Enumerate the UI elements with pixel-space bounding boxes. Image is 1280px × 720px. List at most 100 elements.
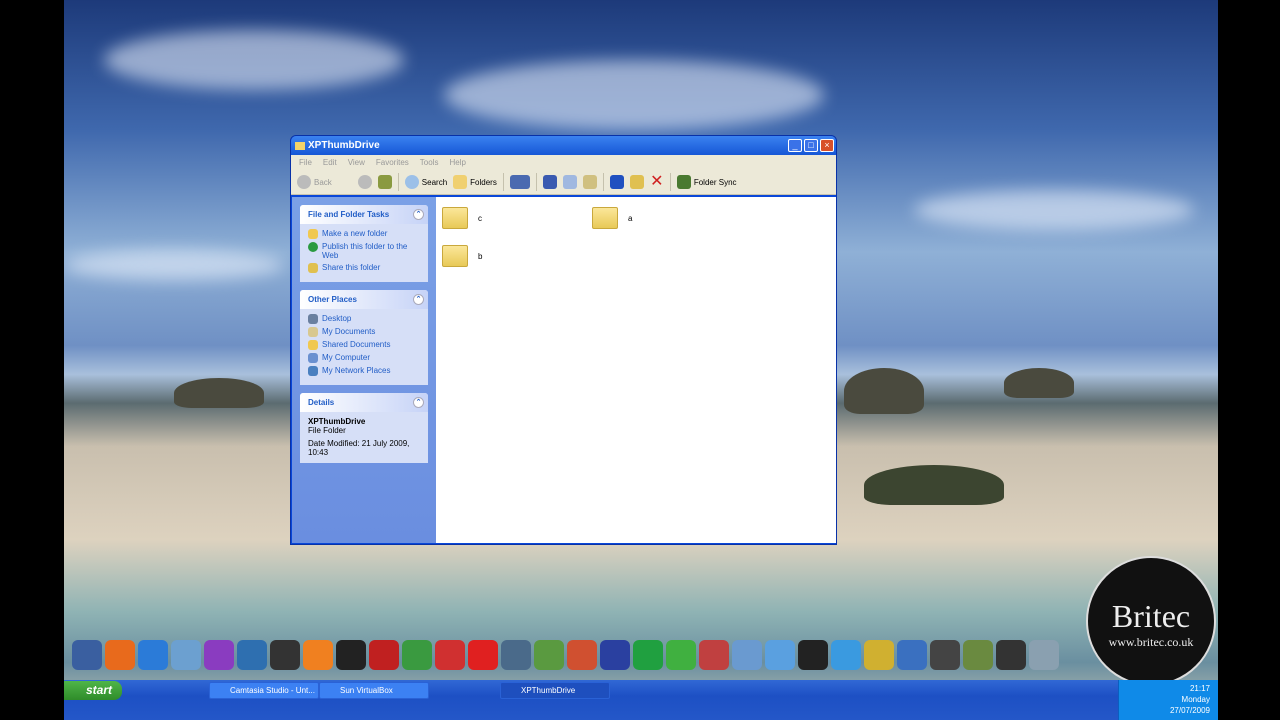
dock-icon[interactable] bbox=[72, 640, 102, 670]
menu-view[interactable]: View bbox=[348, 158, 365, 167]
folder-name: c bbox=[478, 213, 482, 223]
panel-header[interactable]: Details ⌃ bbox=[300, 393, 428, 412]
panel-header[interactable]: Other Places ⌃ bbox=[300, 290, 428, 309]
collapse-icon[interactable]: ⌃ bbox=[413, 209, 424, 220]
cut-icon[interactable] bbox=[542, 175, 557, 189]
search-label: Search bbox=[421, 177, 448, 187]
brand-url: www.britec.co.uk bbox=[1108, 635, 1194, 649]
dock-icon[interactable] bbox=[831, 640, 861, 670]
dock-icon[interactable] bbox=[336, 640, 366, 670]
window-title: XPThumbDrive bbox=[308, 140, 380, 151]
maximize-button[interactable]: □ bbox=[804, 139, 818, 152]
rock bbox=[1004, 368, 1074, 398]
delete-icon[interactable]: ✕ bbox=[650, 174, 664, 190]
undo-icon[interactable] bbox=[609, 175, 624, 189]
place-shared-documents[interactable]: Shared Documents bbox=[308, 340, 420, 350]
back-arrow-icon bbox=[297, 175, 311, 189]
dock-icon[interactable] bbox=[666, 640, 696, 670]
paste-icon[interactable] bbox=[582, 175, 597, 189]
dock-icon[interactable] bbox=[534, 640, 564, 670]
task-pane: File and Folder Tasks ⌃ Make a new folder… bbox=[292, 197, 436, 543]
link-label: Shared Documents bbox=[322, 340, 391, 349]
dock-icon[interactable] bbox=[501, 640, 531, 670]
dock-icon[interactable] bbox=[402, 640, 432, 670]
dock-icon[interactable] bbox=[864, 640, 894, 670]
dock-icon[interactable] bbox=[237, 640, 267, 670]
share-folder-icon bbox=[308, 263, 318, 273]
task-camtasia[interactable]: Camtasia Studio - Unt... bbox=[209, 682, 319, 699]
place-desktop[interactable]: Desktop bbox=[308, 314, 420, 324]
dock-icon[interactable] bbox=[897, 640, 927, 670]
task-virtualbox[interactable]: Sun VirtualBox bbox=[319, 682, 429, 699]
collapse-icon[interactable]: ⌃ bbox=[413, 294, 424, 305]
publish-folder-link[interactable]: Publish this folder to the Web bbox=[308, 242, 420, 260]
back-button[interactable]: Back bbox=[297, 175, 332, 189]
dock-icon[interactable] bbox=[600, 640, 630, 670]
move-to-icon[interactable] bbox=[629, 175, 644, 189]
dock-icon[interactable] bbox=[270, 640, 300, 670]
dock-icon[interactable] bbox=[930, 640, 960, 670]
panel-title: Other Places bbox=[308, 295, 357, 304]
task-xpthumbdrive[interactable]: XPThumbDrive bbox=[500, 682, 610, 699]
firefox-icon[interactable] bbox=[105, 640, 135, 670]
dock-icon[interactable] bbox=[1029, 640, 1059, 670]
menu-help[interactable]: Help bbox=[449, 158, 465, 167]
menu-file[interactable]: File bbox=[299, 158, 312, 167]
dock-icon[interactable] bbox=[369, 640, 399, 670]
views-button[interactable] bbox=[509, 175, 530, 189]
place-my-computer[interactable]: My Computer bbox=[308, 353, 420, 363]
detail-name: XPThumbDrive bbox=[308, 417, 366, 426]
toolbar: Back Search Folders ✕ Folder Sync bbox=[291, 170, 836, 195]
minimize-button[interactable]: _ bbox=[788, 139, 802, 152]
dock-icon[interactable] bbox=[567, 640, 597, 670]
folders-label: Folders bbox=[470, 177, 497, 187]
folders-button[interactable]: Folders bbox=[453, 175, 497, 189]
menu-edit[interactable]: Edit bbox=[323, 158, 337, 167]
link-label: My Network Places bbox=[322, 366, 391, 375]
cloud bbox=[104, 30, 404, 90]
share-folder-link[interactable]: Share this folder bbox=[308, 263, 420, 273]
folder-item[interactable]: b bbox=[442, 245, 482, 267]
cloud bbox=[444, 60, 824, 130]
place-my-documents[interactable]: My Documents bbox=[308, 327, 420, 337]
dock-icon[interactable] bbox=[963, 640, 993, 670]
dock-icon[interactable] bbox=[633, 640, 663, 670]
folder-sync-button[interactable]: Folder Sync bbox=[676, 175, 737, 189]
menu-bar: File Edit View Favorites Tools Help bbox=[291, 155, 836, 170]
dock-icon[interactable] bbox=[732, 640, 762, 670]
detail-modified: Date Modified: 21 July 2009, 10:43 bbox=[308, 439, 410, 457]
sync-icon bbox=[676, 175, 691, 189]
folders-icon bbox=[453, 175, 468, 189]
collapse-icon[interactable]: ⌃ bbox=[413, 397, 424, 408]
dock-icon[interactable] bbox=[765, 640, 795, 670]
folder-item[interactable]: a bbox=[592, 207, 632, 229]
up-folder-button[interactable] bbox=[377, 175, 392, 189]
menu-favorites[interactable]: Favorites bbox=[376, 158, 409, 167]
start-button[interactable]: start bbox=[64, 681, 122, 700]
menu-tools[interactable]: Tools bbox=[420, 158, 439, 167]
title-bar[interactable]: XPThumbDrive bbox=[291, 136, 836, 155]
copy-icon[interactable] bbox=[562, 175, 577, 189]
folder-item[interactable]: c bbox=[442, 207, 482, 229]
dock-icon[interactable] bbox=[468, 640, 498, 670]
panel-title: File and Folder Tasks bbox=[308, 210, 390, 219]
place-network[interactable]: My Network Places bbox=[308, 366, 420, 376]
dock-icon[interactable] bbox=[204, 640, 234, 670]
ie-icon[interactable] bbox=[138, 640, 168, 670]
dock-icon[interactable] bbox=[171, 640, 201, 670]
vlc-icon[interactable] bbox=[303, 640, 333, 670]
close-button[interactable]: × bbox=[820, 139, 834, 152]
dock-icon[interactable] bbox=[699, 640, 729, 670]
7zip-icon[interactable] bbox=[798, 640, 828, 670]
make-new-folder-link[interactable]: Make a new folder bbox=[308, 229, 420, 239]
panel-header[interactable]: File and Folder Tasks ⌃ bbox=[300, 205, 428, 224]
dock-icon[interactable] bbox=[435, 640, 465, 670]
forward-button[interactable] bbox=[357, 175, 372, 189]
link-label: My Documents bbox=[322, 327, 376, 336]
desktop-icon bbox=[308, 314, 318, 324]
search-button[interactable]: Search bbox=[404, 175, 448, 189]
documents-icon bbox=[308, 327, 318, 337]
dock-icon[interactable] bbox=[996, 640, 1026, 670]
cloud bbox=[914, 190, 1194, 230]
clock-time[interactable]: 21:17 bbox=[1119, 683, 1210, 694]
